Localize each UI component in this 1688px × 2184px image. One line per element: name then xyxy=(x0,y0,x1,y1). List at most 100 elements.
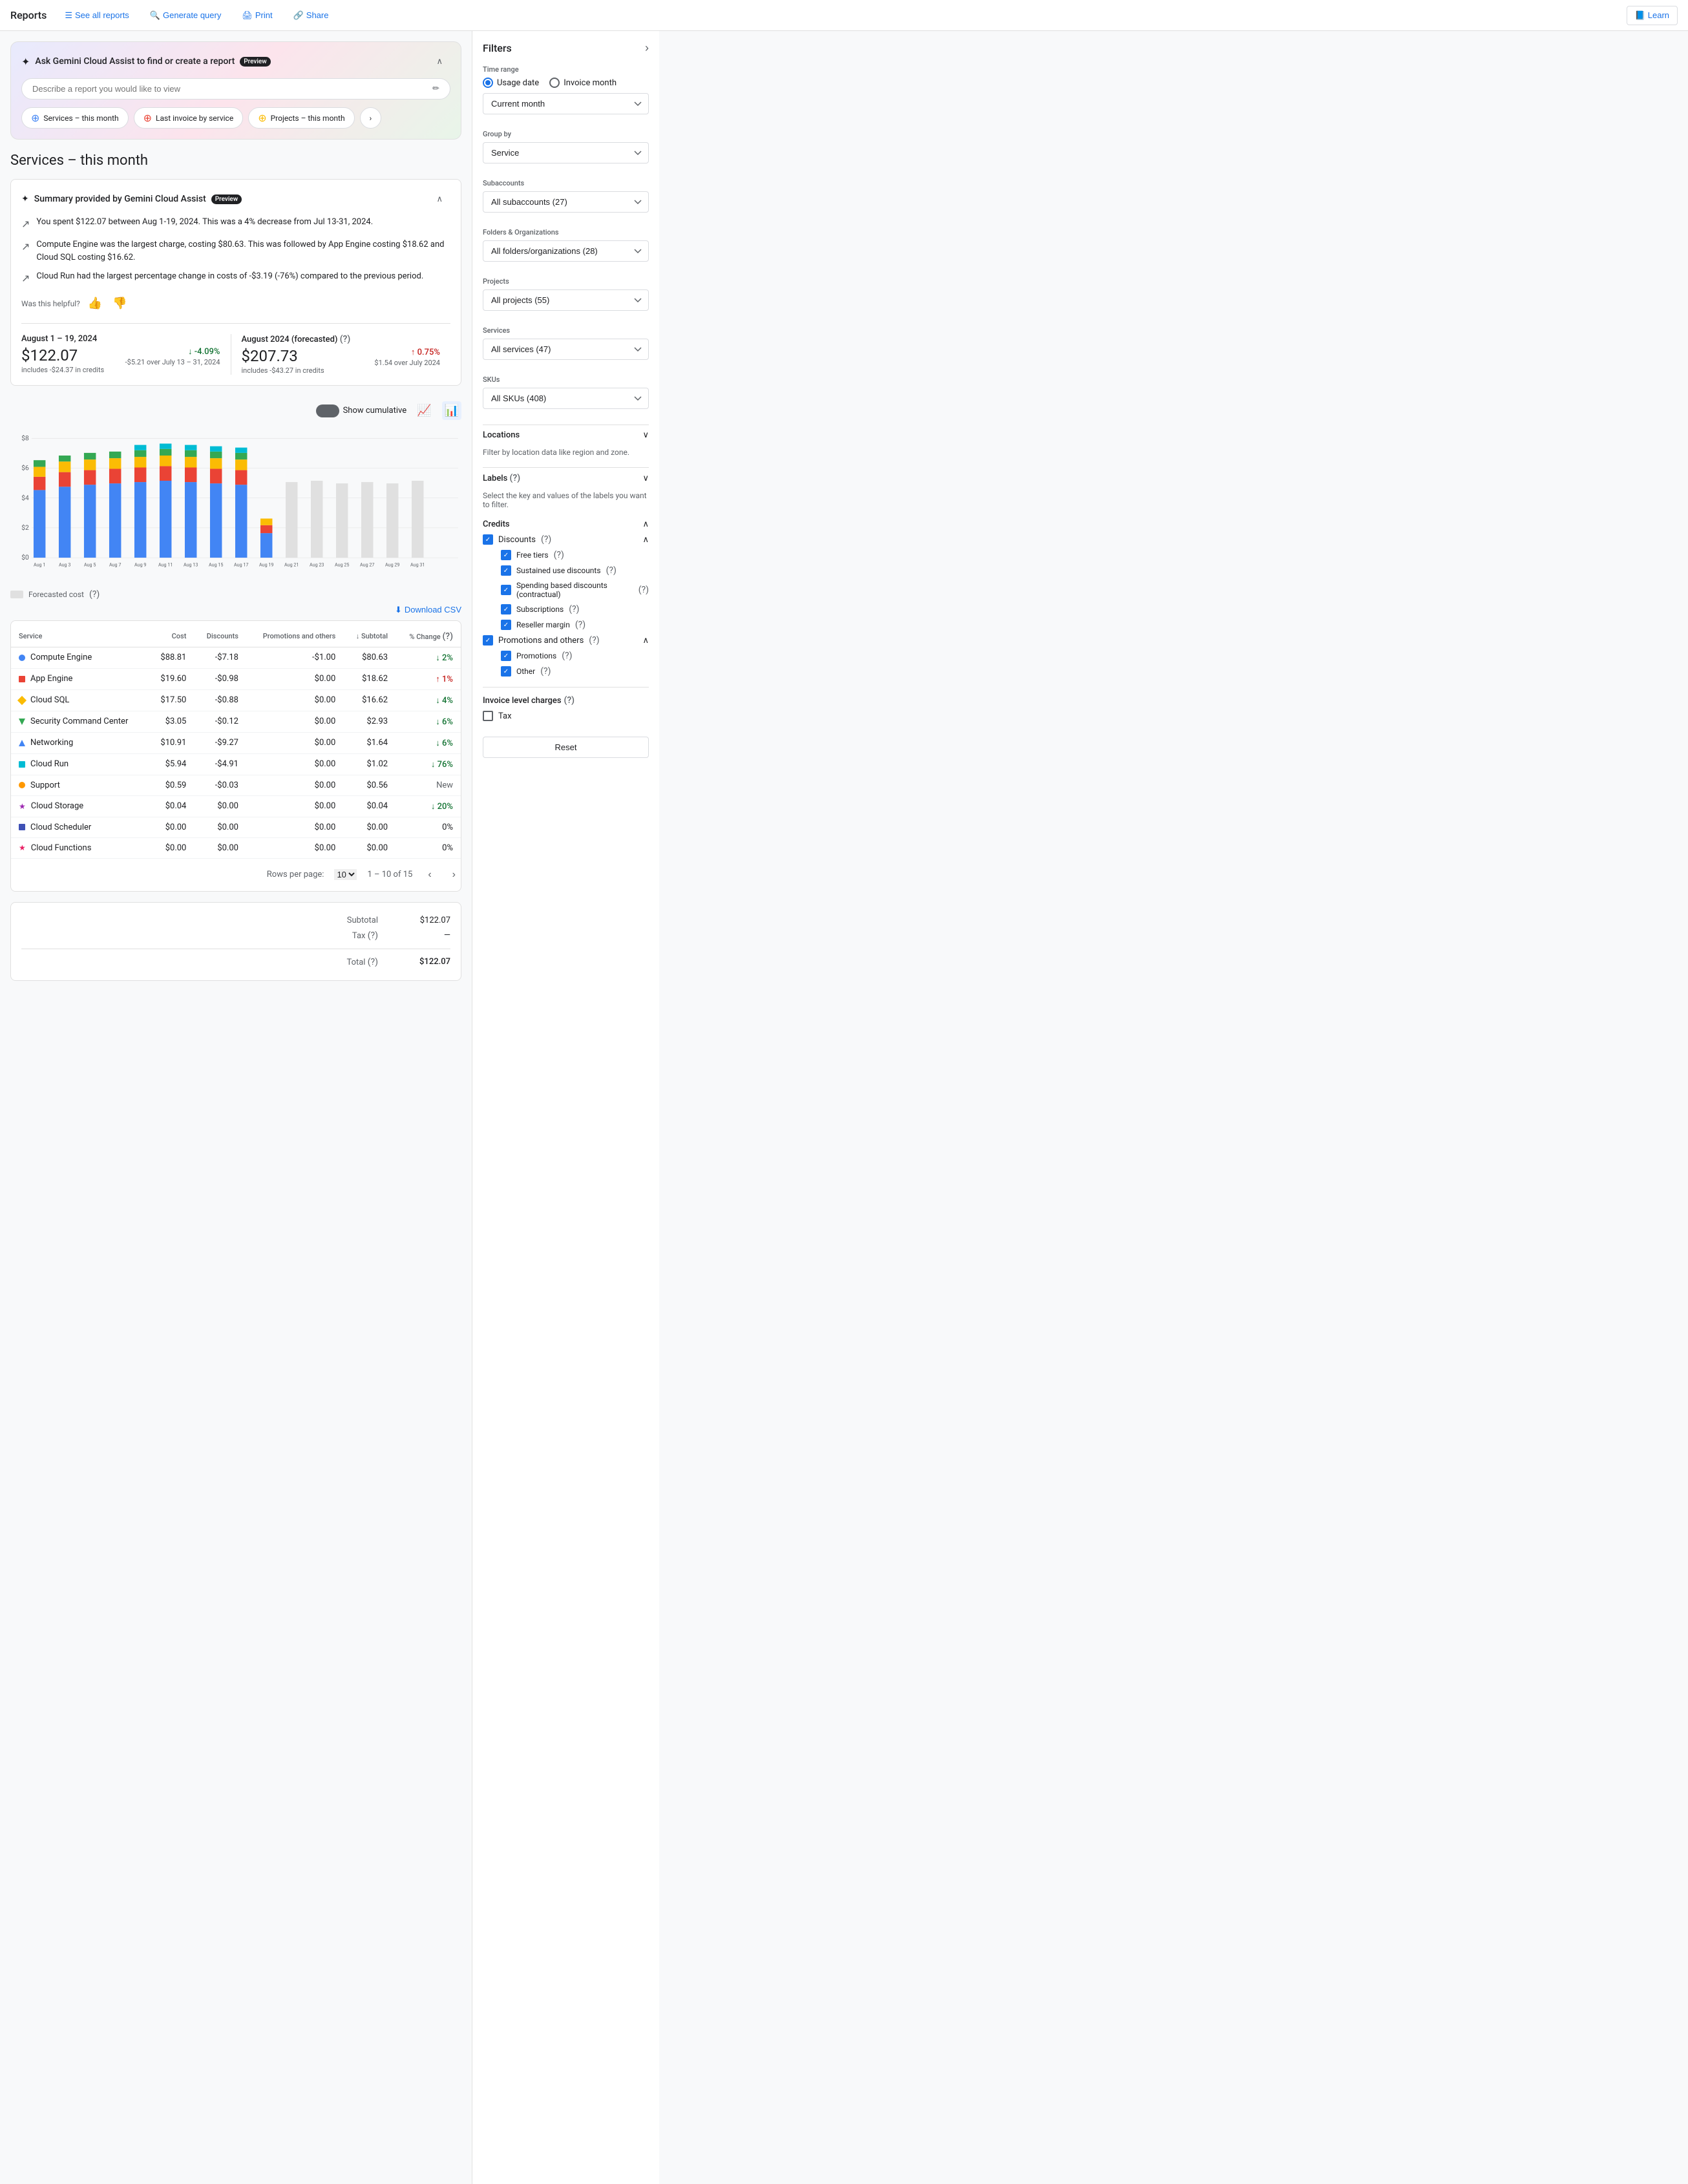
chip-more[interactable]: › xyxy=(360,107,382,129)
svg-text:Aug 19: Aug 19 xyxy=(259,562,273,567)
cell-change: 0% xyxy=(396,837,461,858)
cell-service: ★Cloud Functions xyxy=(11,837,149,858)
cell-subtotal: $0.00 xyxy=(343,837,396,858)
col-change[interactable]: % Change (?) xyxy=(396,626,461,647)
thumbs-up-btn[interactable]: 👍 xyxy=(85,294,105,313)
change-help-icon[interactable]: (?) xyxy=(442,631,453,642)
current-month-select[interactable]: Current month xyxy=(483,93,649,114)
learn-btn[interactable]: 📘 Learn xyxy=(1627,6,1678,25)
cell-cost: $17.50 xyxy=(149,689,194,711)
chip-icon-2: ⊕ xyxy=(143,112,152,124)
cell-discounts: -$0.03 xyxy=(194,775,246,795)
credits-toggle[interactable]: Credits ∧ xyxy=(483,520,649,534)
services-select[interactable]: All services (47) xyxy=(483,339,649,360)
col-subtotal[interactable]: ↓ Subtotal xyxy=(343,626,396,647)
gemini-input-row: ✏ xyxy=(21,78,450,100)
invoice-month-radio[interactable]: Invoice month xyxy=(549,78,617,88)
next-page-btn[interactable]: › xyxy=(447,866,461,883)
summary-collapse-btn[interactable]: ∧ xyxy=(428,190,450,208)
chevron-up-icon-3[interactable]: ∧ xyxy=(642,636,649,646)
table-row: Networking $10.91 -$9.27 $0.00 $1.64 ↓ 6… xyxy=(11,732,461,753)
show-cumulative-toggle[interactable]: Show cumulative xyxy=(316,404,407,417)
svg-text:Aug 27: Aug 27 xyxy=(360,562,374,567)
reseller-checkbox[interactable]: ✓ xyxy=(501,620,511,630)
toggle-switch[interactable] xyxy=(316,404,339,417)
filters-collapse-btn[interactable]: › xyxy=(645,41,649,55)
projects-section: Projects All projects (55) xyxy=(483,277,649,316)
cell-promos: $0.00 xyxy=(246,837,343,858)
folders-select[interactable]: All folders/organizations (28) xyxy=(483,240,649,262)
tax-help-icon[interactable]: (?) xyxy=(368,930,378,941)
sustained-help-icon[interactable]: (?) xyxy=(606,565,617,576)
chip-projects-this-month[interactable]: ⊕ Projects – this month xyxy=(248,107,354,129)
line-chart-btn[interactable]: 📈 xyxy=(414,401,434,420)
reset-btn[interactable]: Reset xyxy=(483,737,649,758)
tax-checkbox[interactable] xyxy=(483,711,493,721)
cell-promos: $0.00 xyxy=(246,775,343,795)
spending-based-checkbox[interactable]: ✓ xyxy=(501,585,511,595)
promotions-help-icon[interactable]: (?) xyxy=(562,651,572,661)
reseller-help-icon[interactable]: (?) xyxy=(575,620,586,630)
group-by-select[interactable]: Service xyxy=(483,142,649,163)
credits-section: Credits ∧ ✓ Discounts (?) ∧ ✓ Free tiers… xyxy=(483,520,649,677)
subtotal-row: Subtotal $122.07 xyxy=(21,913,450,928)
print-btn[interactable]: 🖨 Print xyxy=(234,6,280,25)
skus-section: SKUs All SKUs (408) xyxy=(483,375,649,414)
chip-icon-1: ⊕ xyxy=(31,112,39,124)
bar-chart-btn[interactable]: 📊 xyxy=(442,401,461,420)
share-btn[interactable]: 🔗 Share xyxy=(286,6,337,25)
promotions-others-checkbox[interactable]: ✓ xyxy=(483,635,493,646)
promo-help-icon[interactable]: (?) xyxy=(589,635,599,646)
content-area: ✦ Ask Gemini Cloud Assist to find or cre… xyxy=(0,31,472,2184)
spending-help-icon[interactable]: (?) xyxy=(638,585,649,595)
generate-query-btn[interactable]: 🔍 Generate query xyxy=(142,6,229,25)
gemini-input[interactable] xyxy=(32,84,432,94)
subaccounts-select[interactable]: All subaccounts (27) xyxy=(483,191,649,213)
chip-services-this-month[interactable]: ⊕ Services – this month xyxy=(21,107,129,129)
invoice-label: Invoice level charges (?) xyxy=(483,695,649,706)
free-tiers-help-icon[interactable]: (?) xyxy=(554,550,564,560)
usage-date-radio[interactable]: Usage date xyxy=(483,78,539,88)
see-all-reports-btn[interactable]: ☰ See all reports xyxy=(57,6,136,25)
prev-page-btn[interactable]: ‹ xyxy=(423,866,436,883)
download-csv-btn[interactable]: ⬇ Download CSV xyxy=(395,605,461,615)
forecast-help-icon[interactable]: (?) xyxy=(340,334,351,344)
discounts-help-icon[interactable]: (?) xyxy=(541,534,551,545)
total-help-icon[interactable]: (?) xyxy=(368,957,378,967)
cell-cost: $0.59 xyxy=(149,775,194,795)
thumbs-down-btn[interactable]: 👎 xyxy=(110,294,129,313)
subscriptions-help-icon[interactable]: (?) xyxy=(569,604,579,614)
chip-last-invoice[interactable]: ⊕ Last invoice by service xyxy=(134,107,244,129)
svg-text:Aug 23: Aug 23 xyxy=(310,562,324,567)
gemini-star-icon: ✦ xyxy=(21,56,30,68)
promotions-checkbox[interactable]: ✓ xyxy=(501,651,511,661)
sustained-use-checkbox[interactable]: ✓ xyxy=(501,565,511,576)
list-icon: ☰ xyxy=(65,10,72,21)
labels-help-icon[interactable]: (?) xyxy=(510,473,521,483)
summary-card: ✦ Summary provided by Gemini Cloud Assis… xyxy=(10,179,461,386)
download-icon: ⬇ xyxy=(395,605,402,615)
subscriptions-checkbox[interactable]: ✓ xyxy=(501,604,511,614)
rows-per-page-select[interactable]: 10 25 50 xyxy=(334,869,357,880)
svg-text:Aug 15: Aug 15 xyxy=(209,562,223,567)
cell-subtotal: $0.04 xyxy=(343,795,396,817)
forecasted-help-icon[interactable]: (?) xyxy=(89,589,100,600)
bar-chart: $8 $6 $4 $2 $0 Aug 1 xyxy=(10,430,461,576)
other-checkbox[interactable]: ✓ xyxy=(501,666,511,677)
locations-toggle[interactable]: Locations ∨ xyxy=(483,425,649,445)
free-tiers-checkbox[interactable]: ✓ xyxy=(501,550,511,560)
invoice-help-icon[interactable]: (?) xyxy=(564,695,575,706)
other-help-icon[interactable]: (?) xyxy=(540,666,551,677)
labels-toggle[interactable]: Labels (?) ∨ xyxy=(483,467,649,488)
services-table: Service Cost Discounts Promotions and ot… xyxy=(11,626,461,859)
svg-text:Aug 11: Aug 11 xyxy=(158,562,173,567)
discounts-checkbox[interactable]: ✓ xyxy=(483,534,493,545)
cell-promos: $0.00 xyxy=(246,711,343,732)
skus-select[interactable]: All SKUs (408) xyxy=(483,388,649,409)
sustained-use-item: ✓ Sustained use discounts (?) xyxy=(501,565,649,576)
invoice-charges-section: Invoice level charges (?) Tax xyxy=(483,687,649,721)
projects-select[interactable]: All projects (55) xyxy=(483,289,649,311)
chart-controls: Show cumulative 📈 📊 xyxy=(10,396,461,425)
gemini-collapse-btn[interactable]: ∧ xyxy=(428,52,450,70)
chevron-up-icon-2[interactable]: ∧ xyxy=(642,535,649,545)
